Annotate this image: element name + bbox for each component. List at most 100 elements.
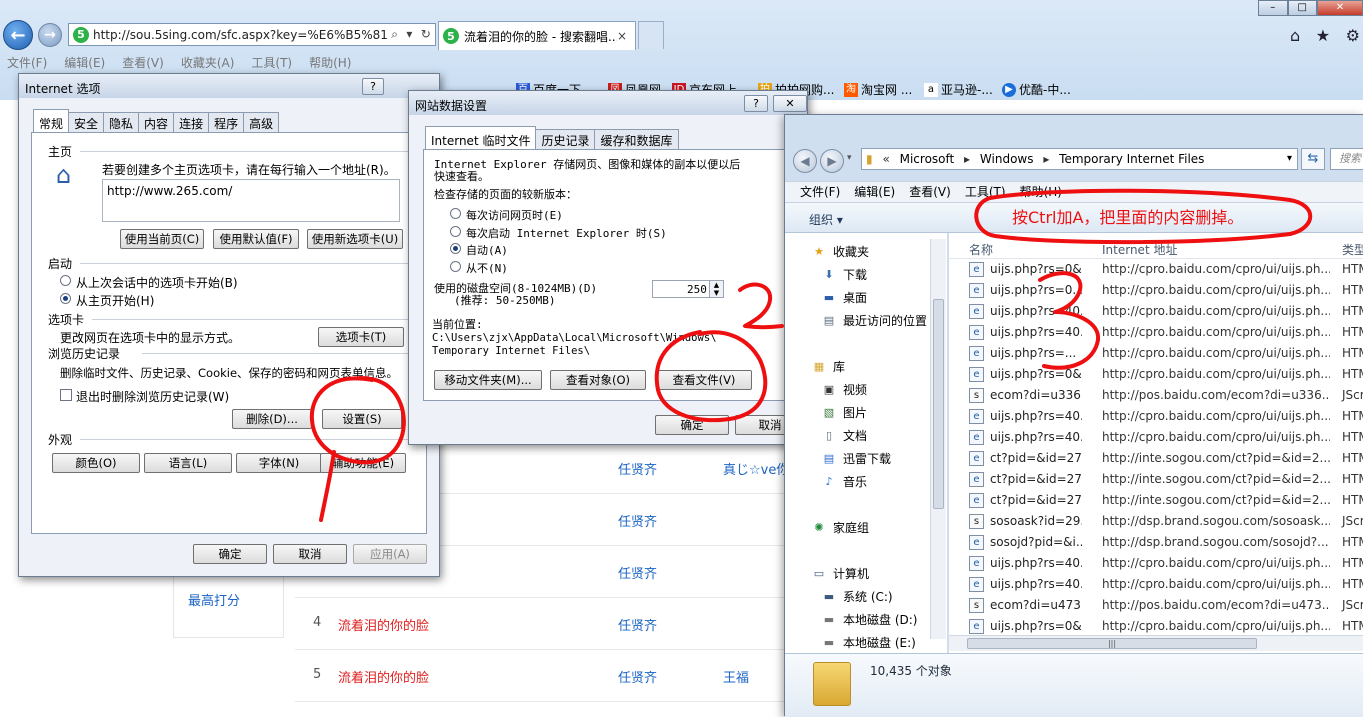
ok-button[interactable]: 确定 xyxy=(655,415,729,435)
nav-downloads[interactable]: ⬇ 下载 xyxy=(821,266,867,283)
tab-security[interactable]: 安全 xyxy=(68,112,105,132)
refresh-icon[interactable]: ↻ xyxy=(421,27,431,42)
top-rated-link[interactable]: 最高打分 xyxy=(188,590,240,609)
favorites-star-icon[interactable]: ★ xyxy=(1316,26,1330,45)
spinner-arrows-icon[interactable]: ▲ ▼ xyxy=(709,281,723,297)
artist-link[interactable]: 任贤齐 xyxy=(618,563,657,582)
favorite-taobao[interactable]: 淘淘宝网 ... xyxy=(844,81,912,98)
breadcrumb-overflow[interactable]: « xyxy=(882,152,889,166)
maximize-icon[interactable]: □ xyxy=(1287,0,1317,16)
home-icon[interactable]: ⌂ xyxy=(1290,26,1300,45)
check-every-visit-radio[interactable] xyxy=(450,208,461,219)
artist-link[interactable]: 任贤齐 xyxy=(618,667,657,686)
file-row[interactable]: e ct?pid=&id=27... http://inte.sogou.com/c… xyxy=(949,448,1363,469)
back-button[interactable]: ← xyxy=(3,20,33,50)
view-objects-button[interactable]: 查看对象(O) xyxy=(550,370,646,390)
menu-file[interactable]: 文件(F) xyxy=(7,53,47,73)
scrollbar-thumb[interactable]: ||| xyxy=(967,638,1257,649)
file-row[interactable]: e uijs.php?rs=40... http://cpro.baidu.com/… xyxy=(949,553,1363,574)
help-button[interactable]: ? xyxy=(362,78,384,95)
nav-favorites[interactable]: ★ 收藏夹 xyxy=(811,243,869,260)
colors-button[interactable]: 颜色(O) xyxy=(52,453,140,473)
use-current-button[interactable]: 使用当前页(C) xyxy=(120,229,204,249)
nav-videos[interactable]: ▣ 视频 xyxy=(821,381,867,398)
breadcrumb-temp-internet-files[interactable]: Temporary Internet Files xyxy=(1059,152,1204,166)
tabs-settings-button[interactable]: 选项卡(T) xyxy=(318,327,404,347)
menu-view[interactable]: 查看(V) xyxy=(122,53,164,73)
help-button[interactable]: ? xyxy=(744,95,768,112)
scrollbar-thumb[interactable] xyxy=(933,299,944,509)
file-row[interactable]: e uijs.php?rs=40... http://cpro.baidu.com/… xyxy=(949,574,1363,595)
file-row[interactable]: e sosojd?pid=&i... http://dsp.brand.sogou.… xyxy=(949,532,1363,553)
explorer-back-button[interactable]: ◀ xyxy=(793,149,817,173)
file-row[interactable]: e uijs.php?rs=40... http://cpro.baidu.com/… xyxy=(949,427,1363,448)
cancel-button[interactable]: 取消 xyxy=(273,544,347,564)
move-folder-button[interactable]: 移动文件夹(M)... xyxy=(434,370,542,390)
file-row[interactable]: e uijs.php?rs=40... http://cpro.baidu.com/… xyxy=(949,301,1363,322)
song-name-link[interactable]: 流着泪的你的脸 xyxy=(338,667,429,686)
view-files-button[interactable]: 查看文件(V) xyxy=(656,370,752,390)
menu-tools[interactable]: 工具(T) xyxy=(251,53,292,73)
explorer-refresh-button[interactable]: ⇆ xyxy=(1301,148,1325,170)
tab-history[interactable]: 历史记录 xyxy=(535,129,596,149)
dropdown-icon[interactable]: ▾ xyxy=(406,27,412,42)
explorer-forward-button[interactable]: ▶ xyxy=(820,149,844,173)
nav-scrollbar[interactable] xyxy=(930,239,946,639)
artist-link[interactable]: 任贤齐 xyxy=(618,511,657,530)
delete-history-button[interactable]: 删除(D)... xyxy=(232,409,312,429)
minimize-icon[interactable]: – xyxy=(1258,0,1288,16)
nav-recent[interactable]: ▤ 最近访问的位置 xyxy=(821,312,927,329)
nav-drive-d[interactable]: ▬ 本地磁盘 (D:) xyxy=(821,611,918,628)
column-address[interactable]: Internet 地址 xyxy=(1102,241,1177,258)
recent-dropdown-icon[interactable]: ▾ xyxy=(847,153,852,163)
check-never-radio[interactable] xyxy=(450,261,461,272)
disk-space-spinner[interactable]: 250 ▲ ▼ xyxy=(652,280,724,298)
file-row[interactable]: s ecom?di=u473... http://pos.baidu.com/eco… xyxy=(949,595,1363,616)
file-list-hscrollbar[interactable]: ||| xyxy=(949,635,1363,651)
nav-drive-c[interactable]: ▬ 系统 (C:) xyxy=(821,588,893,605)
explorer-search-input[interactable]: 搜索 xyxy=(1330,148,1363,170)
menu-file[interactable]: 文件(F) xyxy=(800,182,840,202)
tools-gear-icon[interactable]: ⚙ xyxy=(1346,26,1360,45)
menu-favorites[interactable]: 收藏夹(A) xyxy=(181,53,235,73)
startup-last-session-radio[interactable] xyxy=(60,275,71,286)
nav-music[interactable]: ♪ 音乐 xyxy=(821,473,867,490)
tab-connections[interactable]: 连接 xyxy=(173,112,210,132)
file-row[interactable]: e uijs.php?rs=0... http://cpro.baidu.com/c… xyxy=(949,280,1363,301)
new-tab-button[interactable] xyxy=(638,21,664,49)
menu-help[interactable]: 帮助(H) xyxy=(1020,182,1062,202)
nav-pictures[interactable]: ▧ 图片 xyxy=(821,404,867,421)
column-name[interactable]: 名称 xyxy=(969,241,993,258)
startup-home-radio[interactable] xyxy=(60,293,71,304)
artist-link[interactable]: 任贤齐 xyxy=(618,615,657,634)
tab-cache-db[interactable]: 缓存和数据库 xyxy=(594,129,679,149)
file-row[interactable]: e uijs.php?rs=40... http://cpro.baidu.com/… xyxy=(949,406,1363,427)
path-dropdown-icon[interactable]: ▾ xyxy=(1287,149,1292,169)
use-default-button[interactable]: 使用默认值(F) xyxy=(213,229,299,249)
history-settings-button[interactable]: 设置(S) xyxy=(322,409,402,429)
menu-edit[interactable]: 编辑(E) xyxy=(854,182,895,202)
column-type[interactable]: 类型 xyxy=(1342,241,1363,258)
check-auto-radio[interactable] xyxy=(450,243,461,254)
menu-tools[interactable]: 工具(T) xyxy=(965,182,1006,202)
nav-drive-e[interactable]: ▬ 本地磁盘 (E:) xyxy=(821,634,916,651)
explorer-breadcrumb[interactable]: ▮ « Microsoft ▸ Windows ▸ Temporary Inte… xyxy=(861,148,1298,170)
address-url[interactable]: http://sou.5sing.com/sfc.aspx?key=%E6%B5… xyxy=(93,28,387,42)
nav-library[interactable]: ▦ 库 xyxy=(811,358,845,375)
search-icon[interactable]: ⌕ xyxy=(391,27,398,42)
breadcrumb-microsoft[interactable]: Microsoft xyxy=(900,152,955,166)
file-row[interactable]: e uijs.php?rs=... http://cpro.baidu.com/cp… xyxy=(949,343,1363,364)
menu-view[interactable]: 查看(V) xyxy=(909,182,951,202)
ok-button[interactable]: 确定 xyxy=(193,544,267,564)
menu-edit[interactable]: 编辑(E) xyxy=(64,53,105,73)
tab-programs[interactable]: 程序 xyxy=(208,112,245,132)
nav-thunder[interactable]: ▤ 迅雷下载 xyxy=(821,450,891,467)
close-dialog-button[interactable]: ✕ xyxy=(773,95,807,112)
organize-button[interactable]: 组织 ▾ xyxy=(809,211,843,228)
accessibility-button[interactable]: 辅助功能(E) xyxy=(320,453,406,473)
tab-general[interactable]: 常规 xyxy=(33,109,70,132)
file-row[interactable]: e ct?pid=&id=27... http://inte.sogou.com/c… xyxy=(949,469,1363,490)
uploader-link[interactable]: 王福 xyxy=(723,667,749,686)
tab-temp-files[interactable]: Internet 临时文件 xyxy=(425,126,537,149)
nav-computer[interactable]: ▭ 计算机 xyxy=(811,565,869,582)
